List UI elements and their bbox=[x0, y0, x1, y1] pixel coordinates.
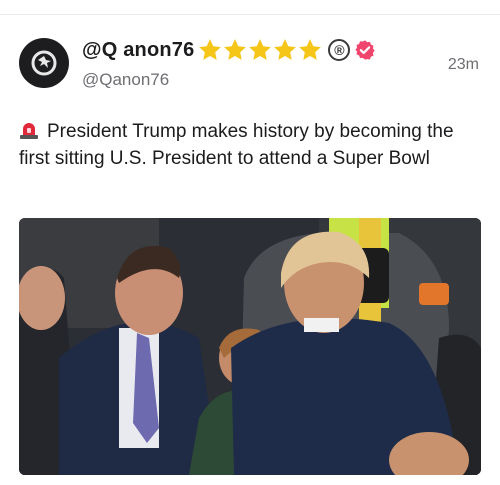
star-icon bbox=[299, 39, 322, 60]
star-icon bbox=[274, 39, 297, 60]
post-header: @Q anon76 ® @Qanon76 bbox=[82, 36, 376, 90]
star-icon bbox=[224, 39, 247, 60]
star-icon bbox=[199, 39, 222, 60]
photo-image bbox=[19, 218, 481, 475]
police-siren-icon bbox=[20, 123, 38, 139]
registered-icon: ® bbox=[328, 39, 351, 61]
post-body: President Trump makes history by becomin… bbox=[19, 118, 474, 172]
display-name[interactable]: @Q anon76 bbox=[82, 39, 194, 62]
post-photo[interactable] bbox=[19, 218, 481, 475]
star-icon bbox=[249, 39, 272, 60]
q-logo-icon bbox=[31, 50, 57, 76]
star-badges bbox=[197, 37, 322, 63]
verified-badge-icon bbox=[355, 40, 376, 60]
name-row: @Q anon76 ® bbox=[82, 36, 376, 64]
post-timestamp: 23m bbox=[447, 56, 479, 73]
avatar[interactable] bbox=[19, 38, 69, 88]
top-divider bbox=[0, 14, 500, 15]
user-handle[interactable]: @Qanon76 bbox=[82, 70, 376, 90]
post-text: President Trump makes history by becomin… bbox=[19, 121, 454, 169]
